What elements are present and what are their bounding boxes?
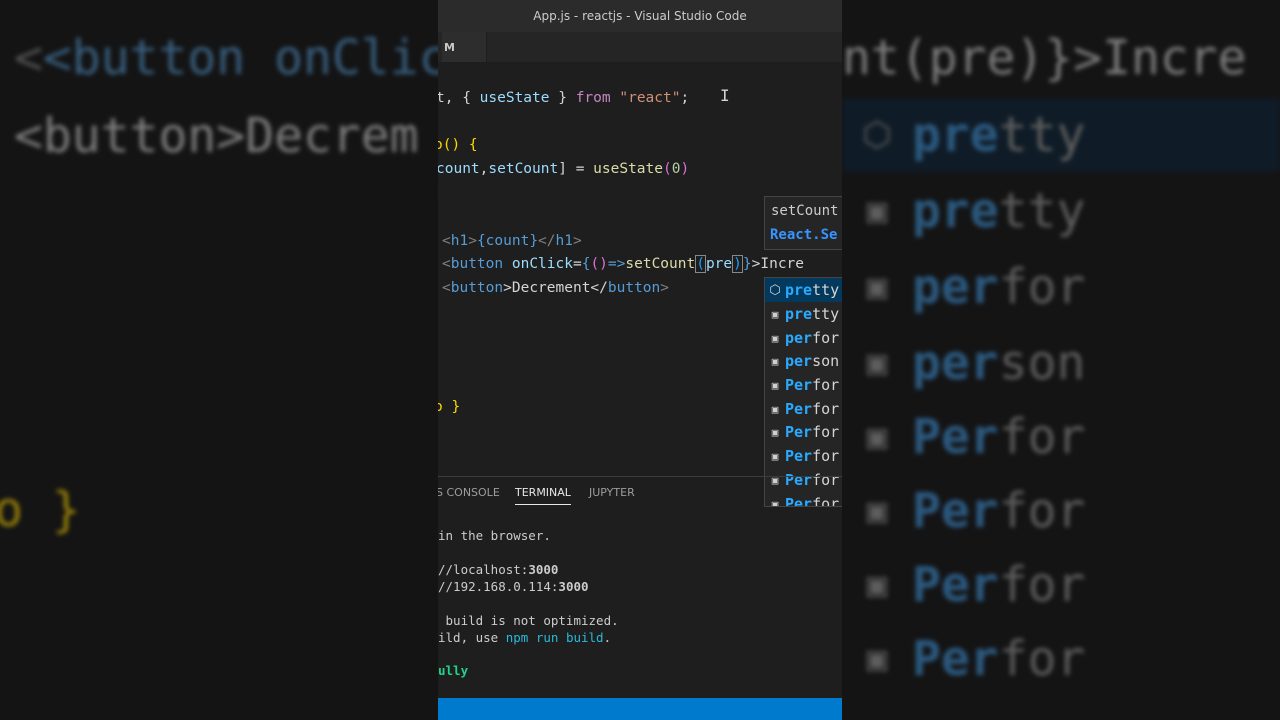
suggestion-item[interactable]: ▣ perfor: [765, 326, 842, 350]
background-code-line: nt(pre)}>Incre: [842, 30, 1247, 86]
cube-icon: ⬡: [769, 282, 781, 298]
field-icon: ▣: [771, 354, 779, 368]
background-code-line: o }: [0, 482, 81, 538]
background-suggestion: ▣ Perfor: [866, 631, 1086, 687]
tab-modified-marker: M: [444, 40, 455, 54]
terminal-line: ully: [438, 663, 469, 678]
hint-type: React.Se: [770, 227, 838, 243]
suggestion-item[interactable]: ▣ Perfor: [765, 444, 842, 468]
background-code-line: <button>Decrem: [14, 108, 419, 164]
editor-tab-bar: M: [438, 32, 842, 62]
terminal-output[interactable]: in the browser. //localhost:3000 //192.1…: [438, 508, 842, 698]
code-line: (: [438, 182, 441, 204]
code-line-active: <button onClick={()=>setCount(pre)}>Incr…: [442, 255, 805, 273]
terminal-line: build is not optimized.: [438, 613, 619, 628]
background-suggestion: ▣ pretty: [866, 183, 1086, 239]
vscode-window: App.js - reactjs - Visual Studio Code M …: [438, 0, 842, 720]
ibeam-cursor-icon: I: [720, 86, 730, 105]
parameter-hint: setCount React.Se: [764, 196, 842, 250]
background-suggestion: ⬡ pretty: [842, 98, 1280, 172]
suggestion-item[interactable]: ▣ person: [765, 349, 842, 373]
suggestion-item-selected[interactable]: ⬡ pretty: [765, 278, 842, 302]
status-bar: [438, 698, 842, 720]
code-line: <button>Decrement</button>: [442, 280, 670, 296]
tab-terminal[interactable]: TERMINAL: [515, 486, 571, 505]
tab-jupyter[interactable]: JUPYTER: [589, 486, 635, 499]
background-suggestion: ▣ Perfor: [866, 557, 1086, 613]
field-icon: ▣: [771, 449, 779, 463]
background-left: <<button onClic <button>Decrem o }: [0, 0, 438, 720]
field-icon: ▣: [771, 331, 779, 345]
tab-debug-console[interactable]: S CONSOLE: [438, 486, 500, 499]
panel-divider: [438, 476, 842, 477]
field-icon: ▣: [771, 425, 779, 439]
suggestion-list[interactable]: ⬡ pretty ▣ pretty ▣ perfor ▣ person ▣ Perfor …: [764, 277, 842, 507]
editor-tab[interactable]: M: [442, 32, 487, 62]
background-suggestion: ▣ Perfor: [866, 483, 1086, 539]
title-bar: App.js - reactjs - Visual Studio Code: [438, 0, 842, 32]
background-suggestion: ▣ Perfor: [866, 409, 1086, 465]
field-icon: ▣: [771, 402, 779, 416]
terminal-line: //localhost:3000: [438, 562, 559, 577]
panel-tab-bar: S CONSOLE TERMINAL JUPYTER: [438, 478, 842, 506]
code-line: count,setCount] = useState(0): [438, 161, 690, 177]
code-line: o }: [438, 399, 461, 415]
code-line: o() {: [438, 137, 478, 153]
suggestion-item[interactable]: ▣ pretty: [765, 302, 842, 326]
field-icon: ▣: [771, 378, 779, 392]
field-icon: ▣: [771, 307, 779, 321]
suggestion-item[interactable]: ▣ Perfor: [765, 397, 842, 421]
background-suggestion: ▣ person: [866, 335, 1086, 391]
background-right: nt(pre)}>Incre ⬡ pretty ▣ pretty ▣ perfor ▣…: [842, 0, 1280, 720]
suggestion-item[interactable]: ▣ Perfor: [765, 420, 842, 444]
code-line: t, { useState } from "react";: [438, 90, 690, 106]
window-title: App.js - reactjs - Visual Studio Code: [533, 9, 747, 23]
background-suggestion: ▣ perfor: [866, 259, 1086, 315]
hint-signature: setCount: [771, 203, 839, 219]
terminal-line: ild, use npm run build.: [438, 630, 612, 645]
terminal-line: //192.168.0.114:3000: [438, 579, 589, 594]
suggestion-item[interactable]: ▣ Perfor: [765, 373, 842, 397]
code-line: <h1>{count}</h1>: [442, 233, 582, 249]
terminal-line: in the browser.: [438, 528, 551, 543]
background-code-line: <<button onClic: [14, 30, 438, 86]
